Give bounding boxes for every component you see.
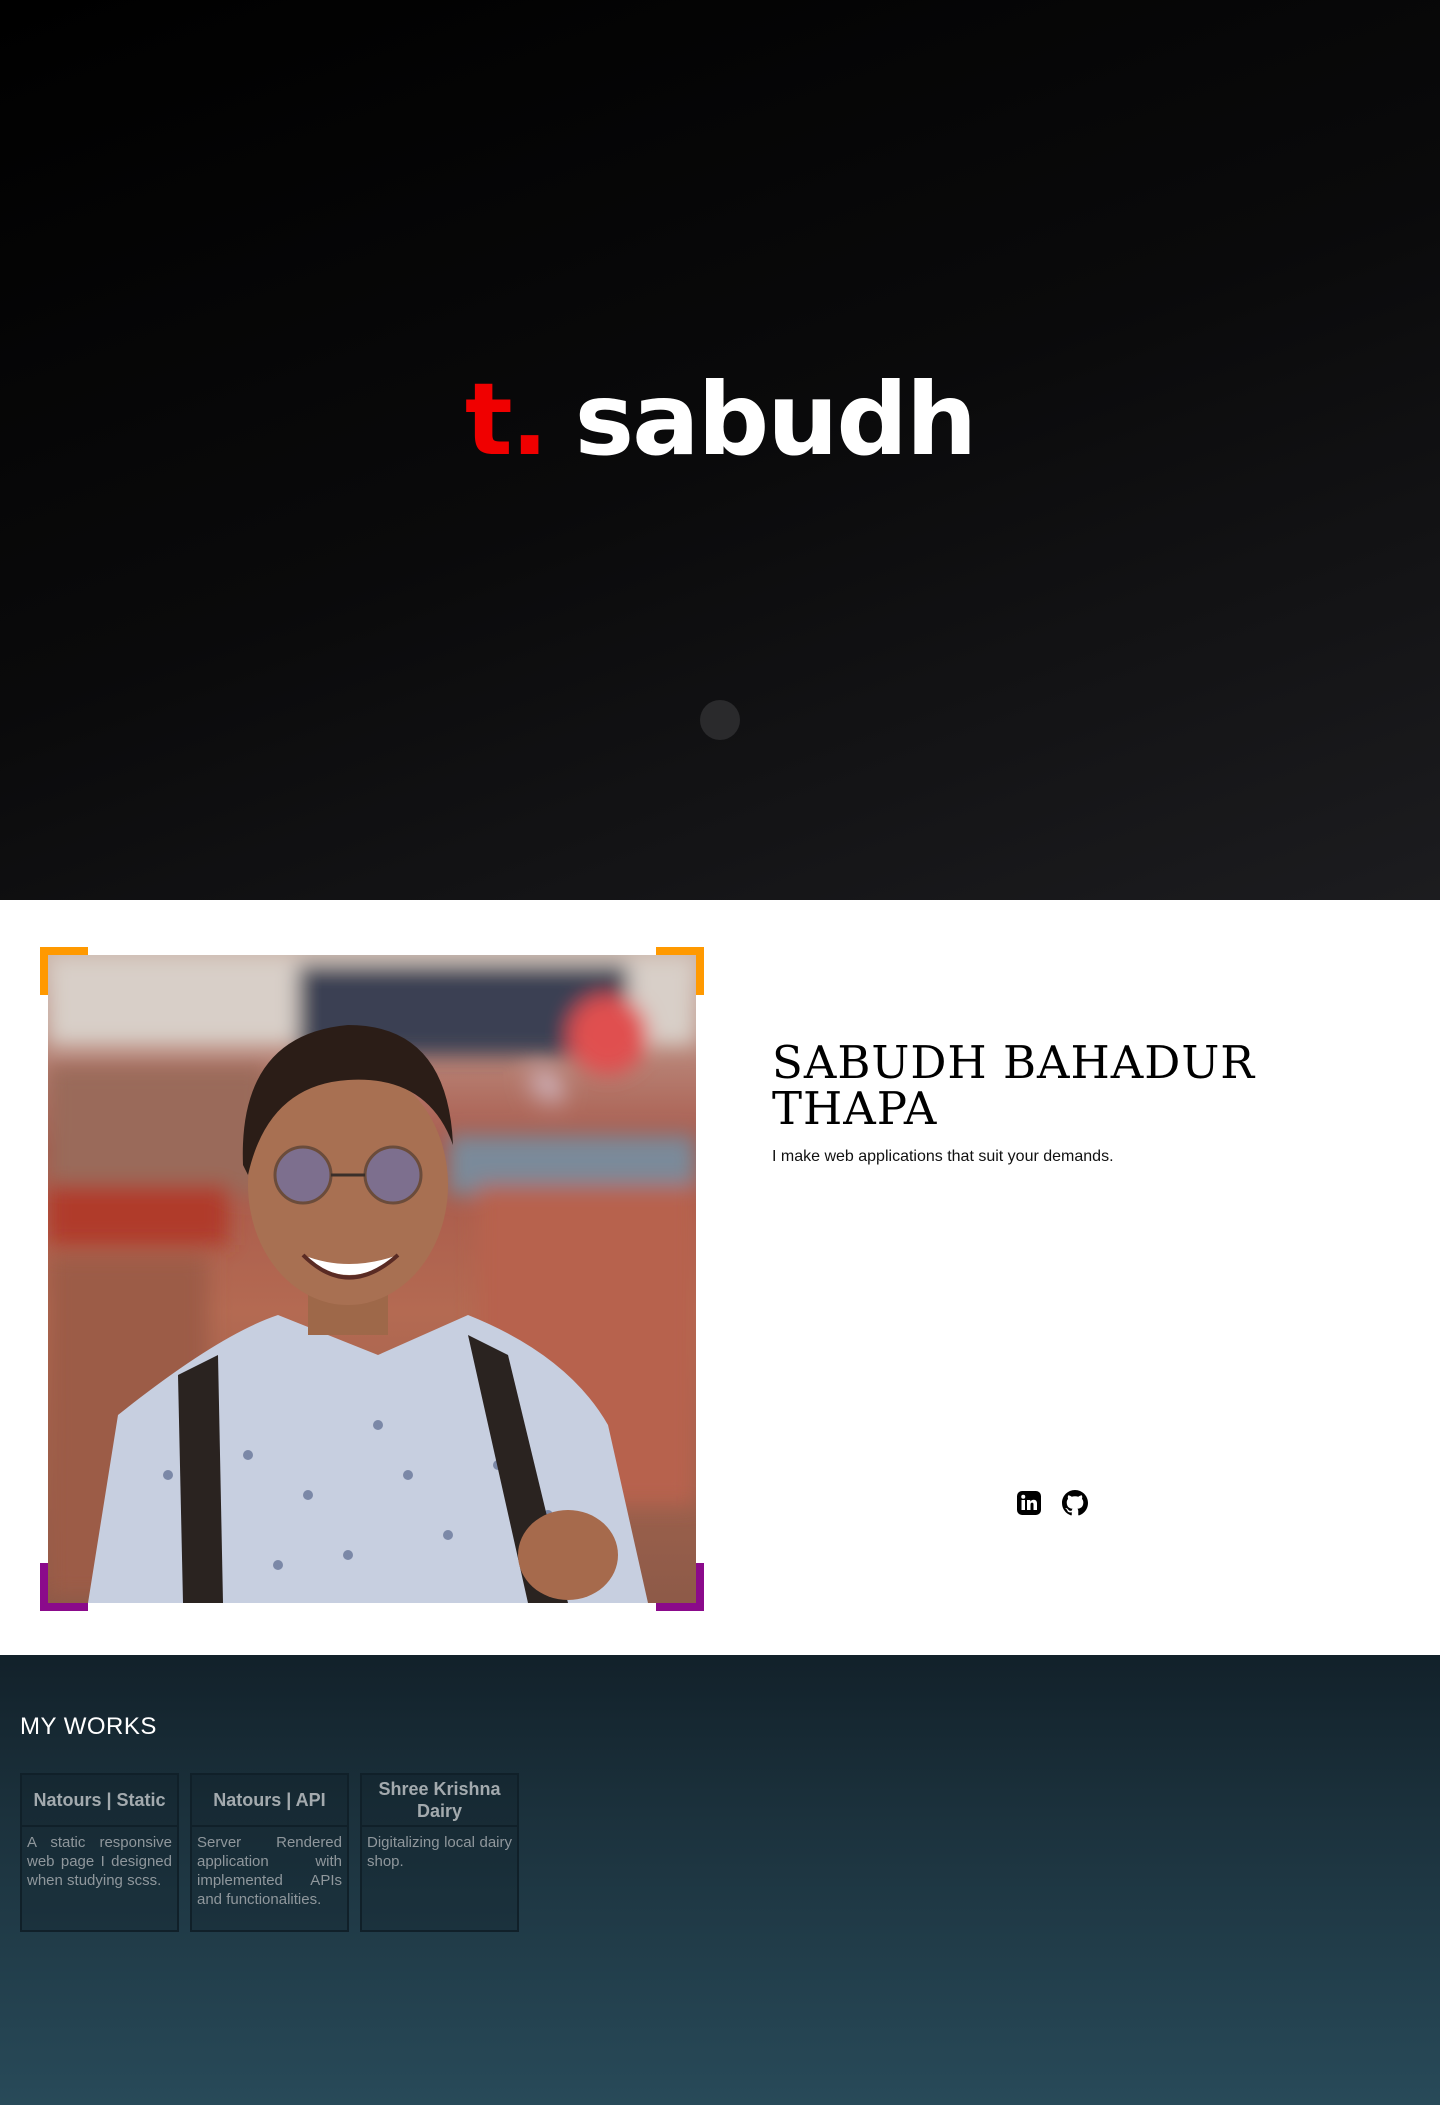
about-section: SABUDH BAHADUR THAPA I make web applicat… — [0, 900, 1440, 1655]
scroll-indicator[interactable] — [700, 700, 740, 740]
linkedin-link[interactable] — [1016, 1490, 1042, 1516]
project-title: Natours | Static — [22, 1775, 177, 1827]
profile-photo — [48, 955, 696, 1603]
logo-name: sabudh — [574, 361, 978, 478]
github-icon — [1062, 1490, 1088, 1516]
logo-mark: t. — [464, 361, 549, 478]
linkedin-icon — [1017, 1491, 1041, 1515]
social-links — [1016, 1490, 1088, 1516]
project-cards: Natours | Static A static responsive web… — [20, 1773, 519, 1932]
project-description: A static responsive web page I designed … — [27, 1834, 172, 1889]
github-link[interactable] — [1062, 1490, 1088, 1516]
works-title: MY WORKS — [20, 1713, 157, 1740]
project-description: Digitalizing local dairy shop. — [367, 1834, 512, 1870]
profile-tagline: I make web applications that suit your d… — [772, 1148, 1114, 1165]
project-card[interactable]: Shree Krishna Dairy Digitalizing local d… — [360, 1773, 519, 1932]
works-section: MY WORKS Natours | Static A static respo… — [0, 1655, 1440, 2105]
profile-photo-frame — [40, 947, 704, 1611]
project-card[interactable]: Natours | Static A static responsive web… — [20, 1773, 179, 1932]
project-description: Server Rendered application with impleme… — [197, 1834, 342, 1908]
project-card[interactable]: Natours | API Server Rendered applicatio… — [190, 1773, 349, 1932]
site-logo: t. sabudh — [0, 360, 1440, 480]
hero-section: t. sabudh — [0, 0, 1440, 900]
project-title: Natours | API — [192, 1775, 347, 1827]
project-title: Shree Krishna Dairy — [362, 1775, 517, 1827]
profile-name: SABUDH BAHADUR THAPA — [772, 1036, 1256, 1135]
